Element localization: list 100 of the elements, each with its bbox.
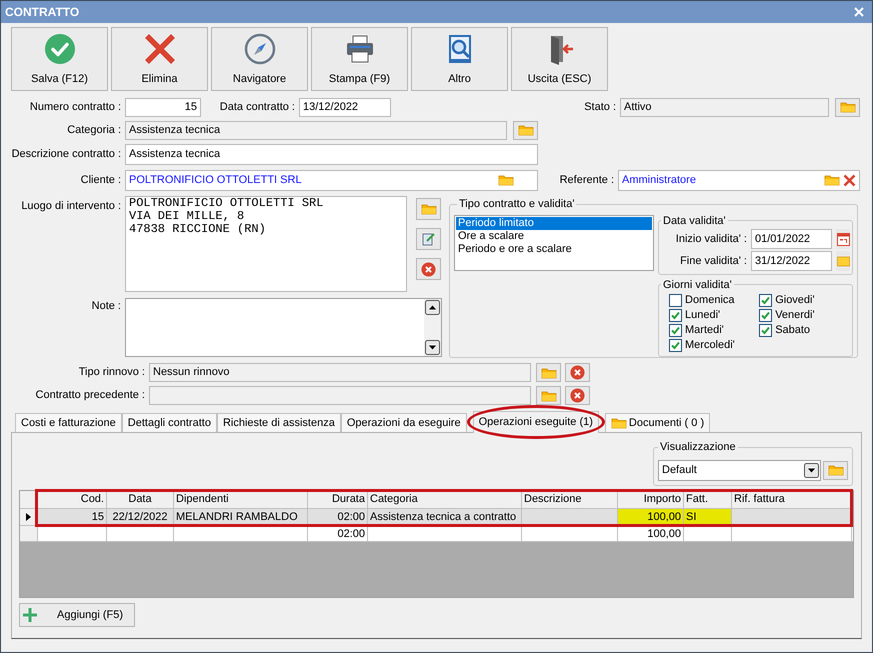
folder-icon bbox=[498, 174, 514, 186]
table-cell: SI bbox=[684, 509, 732, 525]
toolbar-button[interactable]: Navigatore bbox=[211, 27, 308, 91]
group-title: Tipo contratto e validita' bbox=[458, 197, 576, 212]
tab[interactable]: Documenti ( 0 ) bbox=[604, 413, 710, 432]
input-field[interactable]: Assistenza tecnica bbox=[125, 144, 538, 164]
folder-icon bbox=[420, 203, 436, 215]
column-header[interactable]: Importo bbox=[618, 491, 684, 508]
input-field[interactable]: 01/01/2022 bbox=[751, 229, 832, 249]
toolbar-button[interactable]: Elimina bbox=[111, 27, 208, 91]
tab[interactable]: Operazioni da eseguire bbox=[340, 413, 467, 432]
address-field[interactable]: POLTRONIFICIO OTTOLETTI SRL VIA DEI MILLE, 8 47838 RICCIONE (RN) bbox=[125, 196, 407, 292]
input-field[interactable]: POLTRONIFICIO OTTOLETTI SRL bbox=[125, 170, 538, 190]
tab[interactable]: Operazioni eseguite (1) bbox=[472, 411, 599, 433]
delete-icon bbox=[570, 388, 585, 403]
column-header[interactable]: Descrizione bbox=[522, 491, 618, 508]
column-header[interactable]: Durata bbox=[308, 491, 368, 508]
totals-row: 02:00 100,00 bbox=[20, 526, 853, 542]
input-field[interactable]: 13/12/2022 bbox=[299, 98, 391, 116]
field-label: Fine validita' : bbox=[679, 254, 748, 269]
checkbox[interactable] bbox=[669, 309, 682, 322]
scroll-down-icon[interactable] bbox=[425, 340, 440, 355]
scrollbar[interactable] bbox=[424, 299, 441, 356]
checkbox[interactable] bbox=[759, 309, 772, 322]
checkbox-label: Martedi' bbox=[685, 323, 724, 338]
field-label: Numero contratto : bbox=[28, 100, 122, 115]
checkbox-label: Venerdi' bbox=[775, 308, 815, 324]
column-header[interactable]: Fatt. bbox=[684, 491, 732, 508]
close-icon bbox=[142, 32, 176, 66]
delete-button[interactable] bbox=[565, 363, 590, 382]
window-title: CONTRATTO bbox=[5, 4, 80, 21]
close-icon[interactable] bbox=[843, 174, 856, 186]
check-icon bbox=[42, 32, 76, 66]
folder-icon bbox=[840, 101, 856, 113]
field-label: Luogo di intervento : bbox=[20, 199, 122, 214]
plus-icon bbox=[23, 608, 37, 622]
checkbox-label: Mercoledi' bbox=[685, 338, 735, 354]
field-label: Inizio validita' : bbox=[674, 232, 748, 247]
field-label: Data contratto : bbox=[218, 100, 296, 115]
field-label: Referente : bbox=[558, 172, 615, 188]
table-cell: Assistenza tecnica a contratto bbox=[368, 509, 522, 525]
input-field[interactable]: Assistenza tecnica bbox=[125, 120, 507, 140]
column-header[interactable]: Data bbox=[107, 491, 174, 508]
checkbox[interactable] bbox=[759, 324, 772, 337]
view-dropdown[interactable]: Default bbox=[658, 460, 821, 481]
delete-button[interactable] bbox=[416, 258, 441, 280]
list-item[interactable]: Periodo e ore a scalare bbox=[456, 242, 652, 256]
column-header[interactable]: Dipendenti bbox=[174, 491, 308, 508]
input-field[interactable]: Amministratore bbox=[618, 170, 860, 190]
compass-icon bbox=[242, 32, 276, 66]
calendar-button[interactable] bbox=[836, 229, 850, 249]
notes-field[interactable] bbox=[125, 298, 442, 357]
checkbox-label: Domenica bbox=[685, 293, 735, 308]
scroll-up-icon[interactable] bbox=[425, 300, 440, 315]
tab[interactable]: Costi e fatturazione bbox=[15, 413, 122, 432]
group-title: Data validita' bbox=[662, 214, 727, 228]
checkbox-label: Sabato bbox=[775, 323, 810, 338]
row-pointer-icon bbox=[26, 513, 31, 521]
table-cell: 15 bbox=[38, 509, 107, 525]
field-label: Note : bbox=[90, 299, 122, 314]
tab[interactable]: Dettagli contratto bbox=[122, 413, 217, 432]
folder-icon bbox=[828, 464, 844, 476]
list-item[interactable]: Ore a scalare bbox=[456, 230, 652, 242]
field-label: Contratto precedente : bbox=[34, 388, 146, 404]
checkbox[interactable] bbox=[759, 294, 772, 307]
table-cell: 02:00 bbox=[308, 509, 368, 525]
column-header[interactable]: Cod. bbox=[38, 491, 107, 508]
toolbar-button[interactable]: Altro bbox=[411, 27, 508, 91]
add-button[interactable]: Aggiungi (F5) bbox=[19, 603, 135, 627]
list-item[interactable]: Periodo limitato bbox=[456, 216, 652, 230]
checkbox-label: Lunedi' bbox=[685, 308, 720, 324]
field-label: Stato : bbox=[583, 100, 617, 115]
column-header[interactable]: Rif. fattura bbox=[732, 491, 852, 508]
delete-button[interactable] bbox=[565, 386, 590, 405]
input-field[interactable]: 31/12/2022 bbox=[751, 251, 832, 271]
calendar-icon bbox=[836, 232, 850, 246]
group-title: Visualizzazione bbox=[659, 440, 737, 455]
input-field[interactable]: Nessun rinnovo bbox=[149, 363, 531, 382]
folder-icon bbox=[610, 417, 627, 429]
input-field[interactable] bbox=[149, 386, 531, 405]
tab[interactable]: Richieste di assistenza bbox=[216, 413, 341, 432]
toolbar-button[interactable]: Stampa (F9) bbox=[311, 27, 408, 91]
input-field[interactable]: 15 bbox=[125, 98, 201, 116]
delete-icon bbox=[421, 262, 436, 276]
toolbar-button[interactable]: Salva (F12) bbox=[11, 27, 108, 91]
edit-icon bbox=[422, 232, 436, 246]
checkbox-label: Giovedi' bbox=[775, 293, 815, 308]
column-header[interactable]: Categoria bbox=[368, 491, 522, 508]
checkbox[interactable] bbox=[669, 324, 682, 337]
edit-button[interactable] bbox=[416, 228, 441, 250]
table-cell: 22/12/2022 bbox=[107, 509, 174, 525]
delete-icon bbox=[570, 365, 585, 380]
field-label: Cliente : bbox=[80, 172, 122, 188]
checkbox[interactable] bbox=[669, 339, 682, 352]
field-label: Categoria : bbox=[66, 122, 122, 138]
toolbar-button[interactable]: Uscita (ESC) bbox=[511, 27, 608, 91]
input-field[interactable]: Attivo bbox=[620, 98, 829, 116]
checkbox[interactable] bbox=[669, 294, 682, 307]
contract-type-list[interactable]: Periodo limitato Ore a scalare Periodo e ore a scalare bbox=[454, 214, 654, 270]
folder-icon bbox=[540, 366, 556, 378]
